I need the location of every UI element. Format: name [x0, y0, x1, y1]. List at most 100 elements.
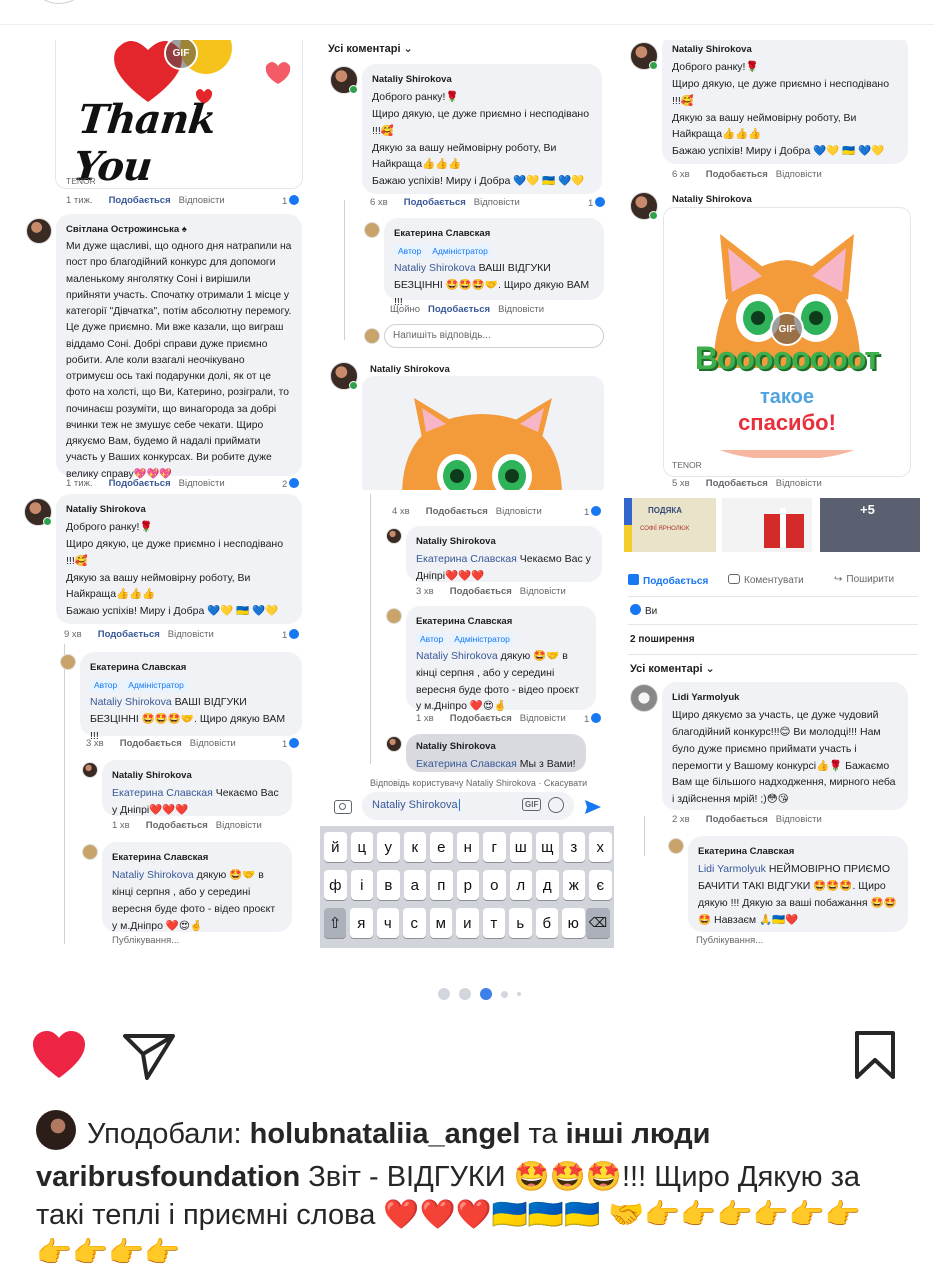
- avatar[interactable]: [630, 42, 658, 70]
- heart-icon[interactable]: [31, 1030, 87, 1080]
- keyboard-key[interactable]: и: [456, 908, 479, 938]
- reactions-summary[interactable]: Ви: [630, 604, 657, 617]
- like-link[interactable]: Подобається: [450, 713, 512, 724]
- comment-action[interactable]: Коментувати: [728, 574, 804, 586]
- reply-link[interactable]: Відповісти: [474, 197, 520, 208]
- reply-link[interactable]: Відповісти: [776, 814, 822, 825]
- reply-link[interactable]: Відповісти: [168, 629, 214, 640]
- keyboard-key[interactable]: ю: [562, 908, 585, 938]
- keyboard-key[interactable]: р: [456, 870, 480, 900]
- caption-username[interactable]: varibrusfoundation: [36, 1161, 300, 1193]
- reply-link[interactable]: Відповісти: [776, 169, 822, 180]
- avatar[interactable]: [386, 608, 402, 624]
- backspace-key[interactable]: ⌫: [586, 908, 610, 938]
- like-link[interactable]: Подобається: [98, 629, 160, 640]
- like-link[interactable]: Подобається: [706, 169, 768, 180]
- keyboard-key[interactable]: з: [562, 832, 586, 862]
- mention-link[interactable]: Екатерина Славская: [112, 787, 213, 799]
- mention-link[interactable]: Lidi Yarmolyuk: [698, 863, 766, 875]
- keyboard-key[interactable]: ф: [324, 870, 347, 900]
- kitten-gif[interactable]: [362, 376, 604, 490]
- mention-link[interactable]: Екатерина Славская: [416, 758, 517, 770]
- others-link[interactable]: інші люди: [566, 1118, 711, 1150]
- shares-count[interactable]: 2 поширення: [630, 634, 695, 645]
- reply-link[interactable]: Відповісти: [179, 478, 225, 489]
- send-icon[interactable]: [584, 798, 602, 816]
- liker-avatar[interactable]: [36, 1110, 76, 1150]
- thanks-gif-card[interactable]: GIF Воооооооот такое спасибо! TENOR: [664, 208, 910, 476]
- comment-author[interactable]: Nataliy Shirokova: [370, 364, 450, 375]
- avatar[interactable]: [26, 218, 52, 244]
- share-send-icon[interactable]: [122, 1032, 176, 1082]
- comment-author[interactable]: Світлана Острожинська ♠: [66, 222, 292, 237]
- like-link[interactable]: Подобається: [120, 738, 182, 749]
- comment-author[interactable]: Lidi Yarmolyuk: [672, 690, 898, 705]
- keyboard-key[interactable]: а: [403, 870, 427, 900]
- reply-author[interactable]: Екатерина Славская: [698, 844, 898, 859]
- like-link[interactable]: Подобається: [109, 195, 171, 206]
- emoji-icon[interactable]: [548, 797, 564, 813]
- keyboard-key[interactable]: б: [535, 908, 559, 938]
- reply-link[interactable]: Відповісти: [190, 738, 236, 749]
- comment-author[interactable]: Nataliy Shirokova: [672, 194, 752, 205]
- photo-thumb-more[interactable]: +5: [820, 498, 920, 552]
- reply-link[interactable]: Відповісти: [496, 506, 542, 517]
- like-action[interactable]: Подобається: [628, 574, 708, 587]
- comment-input[interactable]: Nataliy Shirokova GIF: [362, 792, 574, 820]
- like-link[interactable]: Подобається: [450, 586, 512, 597]
- avatar[interactable]: [630, 192, 658, 220]
- share-action[interactable]: ↪ Поширити: [834, 574, 894, 585]
- avatar[interactable]: [364, 222, 380, 238]
- avatar[interactable]: [386, 736, 402, 752]
- like-link[interactable]: Подобається: [706, 814, 768, 825]
- mention-link[interactable]: Екатерина Славская: [416, 553, 517, 565]
- keyboard-key[interactable]: ч: [376, 908, 400, 938]
- comment-author[interactable]: Nataliy Shirokova: [372, 72, 592, 87]
- photo-thumb[interactable]: ПОДЯКА СОФІЇ ЯРНОЛЮК: [624, 498, 716, 552]
- keyboard-key[interactable]: ц: [350, 832, 374, 862]
- reply-author[interactable]: Екатерина Славская: [394, 226, 594, 241]
- reply-author[interactable]: Nataliy Shirokova: [112, 768, 282, 783]
- keyboard-key[interactable]: ж: [562, 870, 586, 900]
- keyboard-key[interactable]: с: [403, 908, 426, 938]
- mention-link[interactable]: Nataliy Shirokova: [416, 650, 498, 662]
- reply-author[interactable]: Nataliy Shirokova: [416, 534, 592, 549]
- comment-author[interactable]: Nataliy Shirokova: [66, 502, 292, 517]
- keyboard-key[interactable]: й: [324, 832, 347, 862]
- keyboard-key[interactable]: ь: [509, 908, 532, 938]
- reply-author[interactable]: Екатерина Славская: [416, 614, 586, 629]
- avatar[interactable]: [330, 362, 358, 390]
- avatar[interactable]: [386, 528, 402, 544]
- reply-link[interactable]: Відповісти: [520, 586, 566, 597]
- keyboard-key[interactable]: і: [350, 870, 374, 900]
- reply-author[interactable]: Екатерина Славская: [90, 660, 292, 675]
- all-comments-filter[interactable]: Усі коментарі ⌄: [328, 42, 413, 55]
- like-link[interactable]: Подобається: [146, 820, 208, 831]
- reply-link[interactable]: Відповісти: [776, 478, 822, 489]
- keyboard-key[interactable]: ш: [509, 832, 533, 862]
- reply-author[interactable]: Екатерина Славская: [112, 850, 282, 865]
- like-link[interactable]: Подобається: [109, 478, 171, 489]
- like-link[interactable]: Подобається: [404, 197, 466, 208]
- keyboard-key[interactable]: є: [589, 870, 612, 900]
- avatar[interactable]: [82, 844, 98, 860]
- reply-link[interactable]: Відповісти: [179, 195, 225, 206]
- comment-author[interactable]: Nataliy Shirokova: [672, 42, 898, 57]
- reply-input[interactable]: Напишіть відповідь...: [384, 324, 604, 348]
- reply-author[interactable]: Nataliy Shirokova: [416, 739, 576, 754]
- all-comments-filter[interactable]: Усі коментарі ⌄: [630, 662, 715, 675]
- keyboard-key[interactable]: л: [509, 870, 533, 900]
- gif-button[interactable]: GIF: [522, 798, 542, 811]
- avatar[interactable]: [330, 66, 358, 94]
- keyboard-key[interactable]: х: [589, 832, 612, 862]
- mention-link[interactable]: Nataliy Shirokova: [112, 869, 194, 881]
- avatar[interactable]: [24, 498, 52, 526]
- avatar[interactable]: [668, 838, 684, 854]
- reply-link[interactable]: Відповісти: [520, 713, 566, 724]
- shift-key[interactable]: ⇧: [324, 908, 346, 938]
- keyboard-key[interactable]: о: [483, 870, 506, 900]
- liker-username[interactable]: holubnataliia_angel: [250, 1118, 521, 1150]
- like-link[interactable]: Подобається: [706, 478, 768, 489]
- avatar[interactable]: [60, 654, 76, 670]
- keyboard-key[interactable]: щ: [536, 832, 559, 862]
